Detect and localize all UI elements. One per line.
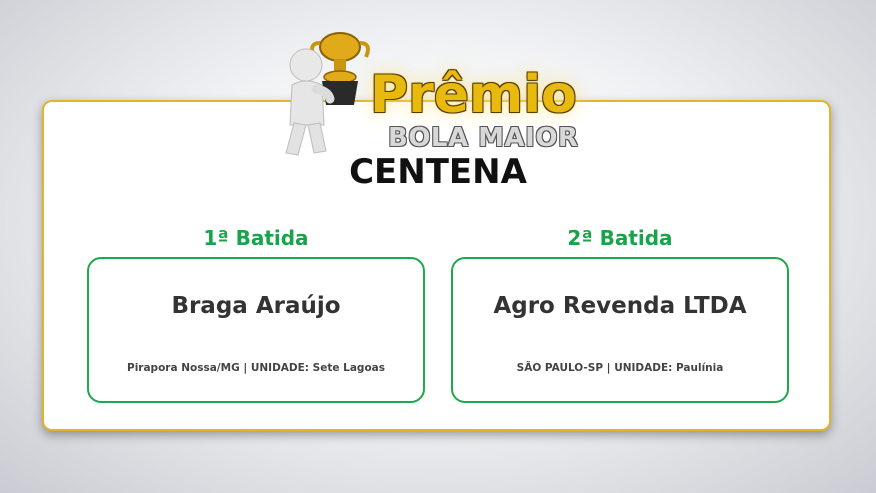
entry-box-2: Agro Revenda LTDA SÃO PAULO-SP | UNIDADE… — [451, 257, 789, 403]
category-title: CENTENA — [349, 152, 527, 192]
entry-box-1: Braga Araújo Pirapora Nossa/MG | UNIDADE… — [87, 257, 425, 403]
entry-winner-1: Braga Araújo — [171, 293, 341, 319]
entry-label-2: 2ª Batida — [567, 226, 673, 250]
entry-city-1: Pirapora Nossa/MG — [127, 362, 240, 374]
entry-winner-2: Agro Revenda LTDA — [493, 293, 747, 319]
award-logo: Prêmio BOLA MAIOR — [270, 25, 620, 160]
entry-unit-2: Paulínia — [676, 362, 724, 374]
entry-label-1: 1ª Batida — [203, 226, 309, 250]
entry-city-2: SÃO PAULO-SP — [516, 362, 604, 374]
entry-location-1: Pirapora Nossa/MG | UNIDADE: Sete Lagoas — [127, 362, 385, 374]
entry-unit-label-2: UNIDADE: — [614, 362, 673, 374]
entry-unit-label-1: UNIDADE: — [250, 362, 310, 374]
award-title-main: Prêmio — [370, 65, 577, 125]
award-title-sub: BOLA MAIOR — [388, 123, 579, 153]
entry-unit-1: Sete Lagoas — [312, 362, 385, 374]
entry-location-2: SÃO PAULO-SP | UNIDADE: Paulínia — [516, 362, 724, 374]
